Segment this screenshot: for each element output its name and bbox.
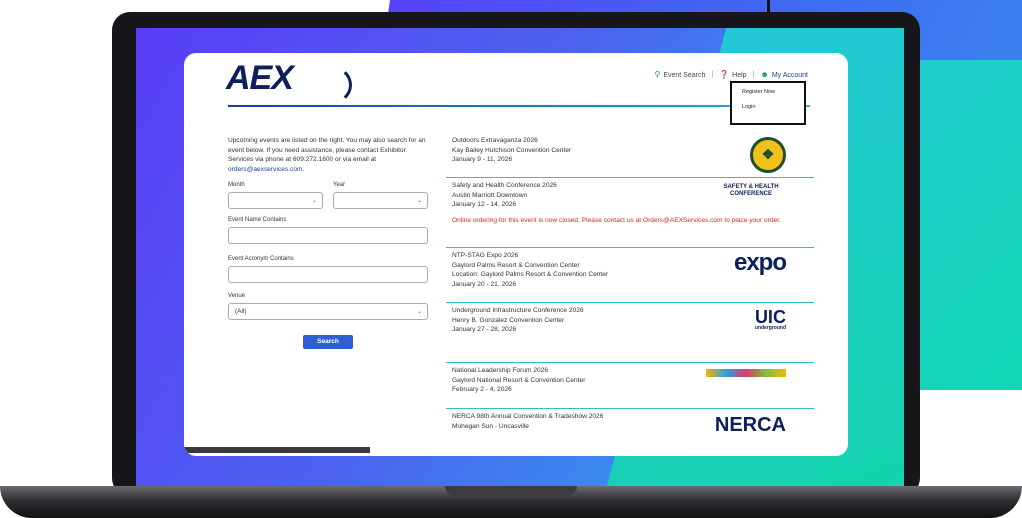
- user-icon: ☻: [760, 70, 769, 79]
- intro-end: .: [302, 165, 305, 173]
- header-divider: [228, 105, 810, 107]
- ordering-closed-warning: Online ordering for this event is now cl…: [452, 216, 781, 224]
- nerca-logo: NERCA: [714, 414, 786, 436]
- nav-separator: |: [752, 71, 755, 78]
- intro-text: Upcoming events are listed on the right.…: [228, 136, 428, 174]
- event-name-input[interactable]: [228, 227, 428, 244]
- event-dates: January 12 - 14, 2026: [452, 201, 517, 208]
- event-item[interactable]: Outdoors Extravaganza 2026 Kay Bailey Hu…: [446, 133, 814, 178]
- expo-logo: expo: [733, 249, 787, 276]
- uic-logo-text: UIC: [754, 307, 786, 327]
- uic-logo: UIC underground: [754, 307, 786, 331]
- help-link[interactable]: ❓ Help: [719, 70, 746, 79]
- event-dates: February 2 - 4, 2026: [452, 386, 512, 393]
- nav-separator: |: [711, 71, 714, 78]
- event-item[interactable]: Underground Infrastructure Conference 20…: [446, 303, 814, 363]
- chevron-down-icon: ⌄: [311, 198, 317, 204]
- event-logo: expo: [733, 249, 787, 276]
- logo-arc-icon: [307, 65, 352, 105]
- venue-selected-value: (All): [235, 308, 247, 315]
- event-acronym-label: Event Acronym Contains: [228, 256, 294, 262]
- help-icon: ❓: [719, 70, 730, 79]
- aex-logo[interactable]: AEX: [226, 59, 294, 98]
- safety-conference-logo: SAFETY & HEALTH CONFERENCE: [723, 184, 779, 197]
- event-logo: UIC underground: [754, 307, 786, 331]
- event-list: Outdoors Extravaganza 2026 Kay Bailey Hu…: [446, 133, 814, 449]
- register-now-item[interactable]: Register Now: [742, 89, 804, 95]
- event-logo: SAFETY & HEALTH CONFERENCE: [716, 184, 786, 198]
- month-label: Month: [228, 182, 245, 188]
- my-account-label: My Account: [771, 72, 808, 79]
- account-dropdown-menu: Register Now Login: [730, 81, 806, 125]
- search-button[interactable]: Search: [303, 335, 353, 349]
- venue-label: Venue: [228, 293, 246, 299]
- event-logo: NERCA: [714, 414, 786, 436]
- uic-logo-subtext: underground: [754, 325, 786, 331]
- event-search-link[interactable]: ⚲ Event Search: [654, 70, 705, 79]
- orders-email-link[interactable]: orders@aexservices.com: [228, 166, 303, 173]
- leadership-forum-logo: [706, 369, 786, 377]
- chevron-down-icon: ⌄: [416, 198, 422, 204]
- laptop-notch: [445, 486, 577, 496]
- intro-body: Upcoming events are listed on the right.…: [228, 137, 426, 163]
- event-dates: January 20 - 21, 2026: [452, 280, 517, 288]
- help-label: Help: [732, 72, 747, 79]
- event-item[interactable]: Safety and Health Conference 2026 Austin…: [446, 178, 814, 248]
- event-logo: [706, 369, 786, 377]
- event-logo: ❖: [750, 137, 786, 173]
- login-item[interactable]: Login: [742, 104, 804, 110]
- venue-select[interactable]: (All) ⌄: [228, 303, 428, 320]
- event-item[interactable]: National Leadership Forum 2026 Gaylord N…: [446, 363, 814, 409]
- month-year-row: Month ⌄ Year ⌄: [228, 174, 428, 209]
- event-item[interactable]: NTP-STAG Expo 2026 Gaylord Palms Resort …: [446, 248, 814, 303]
- year-select[interactable]: ⌄: [333, 192, 428, 209]
- search-panel: Upcoming events are listed on the right.…: [228, 136, 428, 349]
- search-icon: ⚲: [654, 70, 661, 79]
- my-account-link[interactable]: ☻ My Account: [760, 70, 808, 79]
- event-acronym-input[interactable]: [228, 266, 428, 283]
- chevron-down-icon: ⌄: [416, 309, 422, 315]
- browser-status-bar: [184, 447, 370, 453]
- year-label: Year: [333, 182, 346, 188]
- website-window: AEX ⚲ Event Search | ❓ Help | ☻ My Account …: [184, 53, 848, 456]
- event-search-label: Event Search: [663, 72, 706, 79]
- event-item[interactable]: NERCA 98th Annual Convention & Tradeshow…: [446, 409, 814, 449]
- event-name-label: Event Name Contains: [228, 217, 287, 223]
- deer-head-icon: ❖: [750, 137, 786, 173]
- top-nav: ⚲ Event Search | ❓ Help | ☻ My Account: [654, 70, 808, 79]
- month-select[interactable]: ⌄: [228, 192, 323, 209]
